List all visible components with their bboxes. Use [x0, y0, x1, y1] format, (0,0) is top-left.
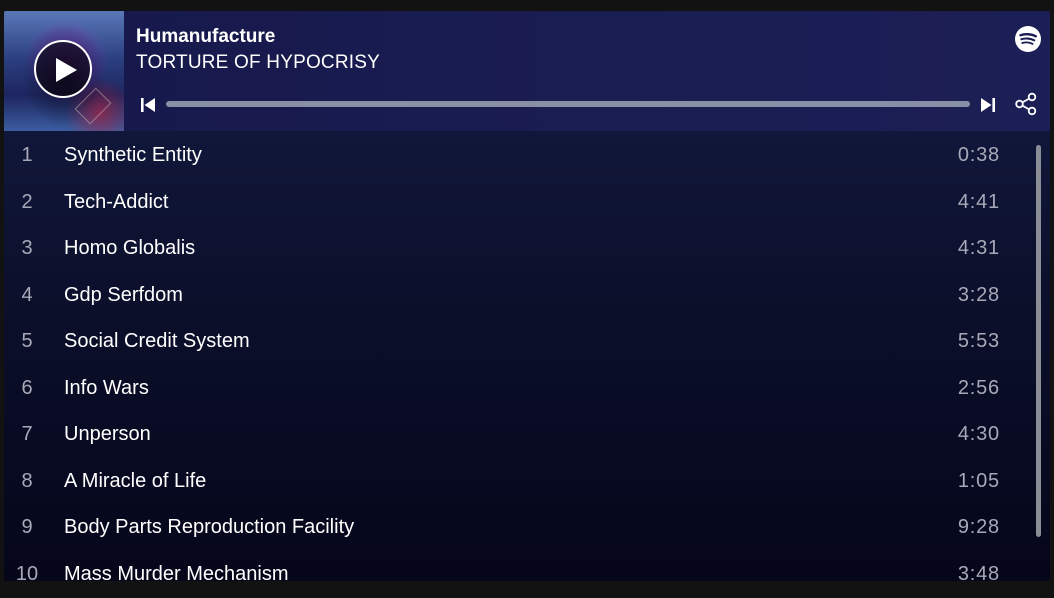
track-title: Unperson [64, 423, 151, 445]
track-duration: 3:48 [957, 562, 1000, 582]
track-row[interactable]: 8 A Miracle of Life 1:05 [4, 457, 1034, 503]
track-title: Homo Globalis [64, 237, 196, 259]
track-number: 5 [21, 330, 33, 352]
track-list-scrollbar[interactable] [1036, 145, 1041, 537]
track-duration: 0:38 [957, 144, 1000, 166]
skip-next-icon[interactable] [978, 95, 998, 115]
track-row[interactable]: 5 Social Credit System 5:53 [4, 317, 1034, 363]
track-row[interactable]: 10 Mass Murder Mechanism 3:48 [4, 550, 1034, 582]
track-duration: 4:31 [957, 237, 1000, 259]
progress-bar[interactable] [166, 101, 970, 107]
track-title: A Miracle of Life [64, 469, 207, 492]
track-row[interactable]: 6 Info Wars 2:56 [4, 364, 1034, 410]
track-row[interactable]: 9 Body Parts Reproduction Facility 9:28 [4, 503, 1034, 549]
track-duration: 4:30 [957, 423, 1000, 445]
page: Humanufacture TORTURE OF HYPOCRISY 1 Syn… [0, 0, 1054, 598]
track-title: Tech-Addict [64, 190, 169, 213]
spotify-logo-icon[interactable] [1014, 25, 1042, 53]
track-number: 2 [21, 190, 33, 213]
track-row[interactable]: 3 Homo Globalis 4:31 [4, 224, 1034, 270]
track-number: 7 [21, 423, 33, 445]
player-header: Humanufacture TORTURE OF HYPOCRISY [4, 11, 1050, 131]
track-title: Mass Murder Mechanism [64, 562, 289, 582]
track-row[interactable]: 2 Tech-Addict 4:41 [4, 178, 1034, 224]
skip-previous-icon[interactable] [138, 95, 158, 115]
track-duration: 9:28 [957, 516, 1000, 538]
track-title: Gdp Serfdom [64, 283, 183, 306]
track-duration: 3:28 [957, 283, 1000, 306]
track-number: 4 [21, 283, 33, 306]
track-title: Social Credit System [64, 330, 250, 352]
track-number: 3 [21, 237, 33, 259]
track-row[interactable]: 4 Gdp Serfdom 3:28 [4, 271, 1034, 317]
artist-name[interactable]: Humanufacture [136, 25, 380, 49]
title-block: Humanufacture TORTURE OF HYPOCRISY [136, 25, 380, 77]
play-icon [56, 58, 77, 82]
share-icon[interactable] [1013, 91, 1039, 117]
track-number: 8 [21, 469, 33, 492]
track-row[interactable]: 7 Unperson 4:30 [4, 410, 1034, 456]
album-title[interactable]: TORTURE OF HYPOCRISY [136, 49, 380, 77]
spotify-embed-player: Humanufacture TORTURE OF HYPOCRISY 1 Syn… [4, 11, 1050, 581]
track-duration: 2:56 [957, 376, 1000, 399]
track-number: 10 [15, 562, 39, 582]
track-row[interactable]: 1 Synthetic Entity 0:38 [4, 131, 1034, 177]
track-number: 6 [21, 376, 33, 399]
track-title: Body Parts Reproduction Facility [64, 516, 355, 538]
track-duration: 1:05 [957, 469, 1000, 492]
track-duration: 5:53 [957, 330, 1000, 352]
album-cover[interactable] [4, 11, 124, 131]
track-number: 1 [21, 144, 33, 166]
track-list: 1 Synthetic Entity 0:38 2 Tech-Addict 4:… [4, 131, 1050, 581]
track-title: Info Wars [64, 376, 149, 399]
track-duration: 4:41 [957, 190, 1000, 213]
play-button[interactable] [34, 40, 92, 98]
track-title: Synthetic Entity [64, 144, 202, 166]
track-number: 9 [21, 516, 33, 538]
